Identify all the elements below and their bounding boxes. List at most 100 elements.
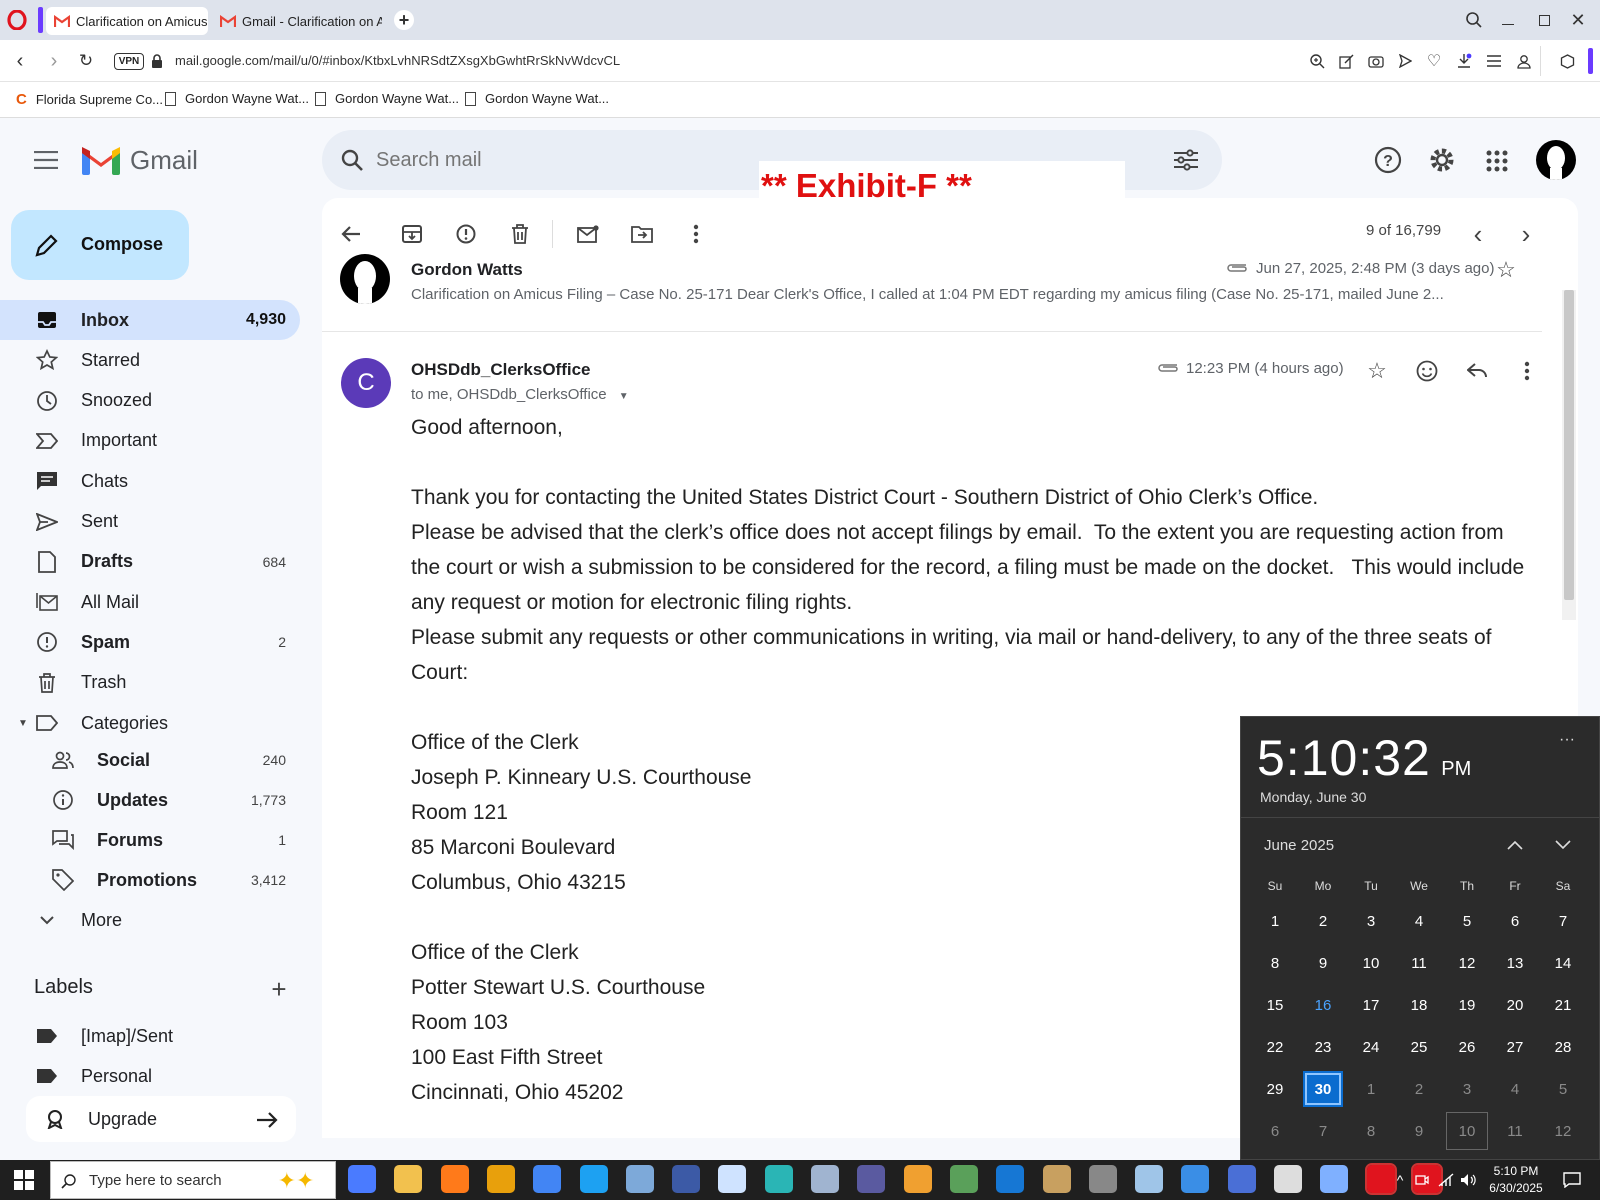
notifications-icon[interactable]	[1558, 1166, 1586, 1194]
calendar-day[interactable]: 6	[1255, 1113, 1295, 1149]
calendar-day[interactable]: 5	[1447, 903, 1487, 939]
jetbrains-icon[interactable]	[764, 1165, 793, 1193]
calendar-month[interactable]: June 2025	[1264, 837, 1334, 854]
report-spam-icon[interactable]	[450, 218, 482, 250]
compose-button[interactable]: Compose	[11, 210, 189, 280]
sidebar-item-important[interactable]: Important	[0, 425, 300, 457]
forward-icon[interactable]: ›	[42, 49, 66, 73]
notepad-icon[interactable]	[1320, 1165, 1349, 1193]
older-icon[interactable]: ›	[1510, 218, 1542, 250]
shield-icon[interactable]	[1274, 1165, 1302, 1193]
search-tabs-icon[interactable]	[1462, 8, 1486, 32]
tool-icon[interactable]	[811, 1165, 839, 1193]
calendar-day[interactable]: 5	[1543, 1071, 1583, 1107]
calendar-day[interactable]: 4	[1495, 1071, 1535, 1107]
coin-icon[interactable]	[903, 1165, 932, 1193]
taskbar-clock[interactable]: 5:10 PM 6/30/2025	[1484, 1163, 1548, 1197]
calendar-day[interactable]: 12	[1447, 945, 1487, 981]
extensions-icon[interactable]	[1556, 50, 1578, 72]
calendar-day[interactable]: 9	[1399, 1113, 1439, 1149]
gmail-logo-icon[interactable]	[80, 144, 122, 176]
bookmark-gordon-1[interactable]: Gordon Wayne Wat...	[165, 91, 309, 106]
sidebar-item-sent[interactable]: Sent	[0, 506, 300, 538]
sidebar-item-more[interactable]: More	[0, 904, 300, 936]
restore-window-button[interactable]	[1532, 8, 1556, 32]
calendar-day[interactable]: 24	[1351, 1029, 1391, 1065]
calendar-day[interactable]: 11	[1495, 1113, 1535, 1149]
previous-month-icon[interactable]	[1503, 833, 1527, 857]
bookmark-gordon-3[interactable]: Gordon Wayne Wat...	[465, 91, 609, 106]
newer-icon[interactable]: ‹	[1462, 218, 1494, 250]
back-to-inbox-icon[interactable]	[334, 218, 366, 250]
more-message-actions-icon[interactable]	[1512, 356, 1542, 386]
calendar-day[interactable]: 15	[1255, 987, 1295, 1023]
calendar-day[interactable]: 7	[1303, 1113, 1343, 1149]
sidebar-item-trash[interactable]: Trash	[0, 667, 300, 699]
star-icon[interactable]: ☆	[1492, 256, 1520, 284]
tab-clarification[interactable]: Clarification on Amicus Fil	[46, 7, 208, 35]
calendar-day[interactable]: 22	[1255, 1029, 1295, 1065]
url-text[interactable]: mail.google.com/mail/u/0/#inbox/KtbxLvhN…	[175, 53, 620, 68]
calendar-day[interactable]: 1	[1351, 1071, 1391, 1107]
calendar-day[interactable]: 10	[1446, 1112, 1488, 1150]
calendar-day[interactable]: 19	[1447, 987, 1487, 1023]
send-icon[interactable]	[1394, 50, 1416, 72]
calendar-day[interactable]: 11	[1399, 945, 1439, 981]
label-imap-sent[interactable]: [Imap]/Sent	[0, 1020, 300, 1052]
calendar-day[interactable]: 12	[1543, 1113, 1583, 1149]
archive-icon[interactable]	[396, 218, 428, 250]
collapsed-message[interactable]: Gordon Watts Jun 27, 2025, 2:48 PM (3 da…	[322, 250, 1542, 332]
upgrade-card[interactable]: Upgrade	[26, 1096, 296, 1142]
sidebar-item-all-mail[interactable]: All Mail	[0, 586, 300, 618]
copilot-icon[interactable]	[348, 1165, 376, 1193]
notes-icon[interactable]	[1135, 1165, 1164, 1193]
calendar-day[interactable]: 7	[1543, 903, 1583, 939]
calendar-day[interactable]: 13	[1495, 945, 1535, 981]
emoji-react-icon[interactable]	[1412, 356, 1442, 386]
minimize-window-button[interactable]	[1496, 8, 1520, 32]
bookmark-gordon-2[interactable]: Gordon Wayne Wat...	[315, 91, 459, 106]
search-input[interactable]	[376, 144, 736, 176]
taskbar-search[interactable]: Type here to search ✦✦	[50, 1161, 336, 1199]
tab-gmail[interactable]: Gmail - Clarification on Ar	[212, 7, 382, 35]
calendar-day[interactable]: 9	[1303, 945, 1343, 981]
calendar-day[interactable]: 3	[1447, 1071, 1487, 1107]
calendar-day[interactable]: 17	[1351, 987, 1391, 1023]
volume-icon[interactable]	[1458, 1168, 1478, 1192]
calendar-day[interactable]: 4	[1399, 903, 1439, 939]
code-icon[interactable]	[1227, 1165, 1256, 1193]
sidebar-item-starred[interactable]: Starred	[0, 344, 300, 376]
easy-setup-icon[interactable]	[1483, 50, 1505, 72]
download-icon[interactable]	[1453, 50, 1475, 72]
calendar-day[interactable]: 30	[1303, 1071, 1343, 1107]
calendar-day[interactable]: 3	[1351, 903, 1391, 939]
download-app-icon[interactable]	[718, 1165, 747, 1193]
calendar-day[interactable]: 23	[1303, 1029, 1343, 1065]
gmail-logo-text[interactable]: Gmail	[130, 145, 198, 176]
sidebar-item-drafts[interactable]: Drafts 684	[0, 546, 300, 578]
calendar-day[interactable]: 1	[1255, 903, 1295, 939]
calendar-day[interactable]: 20	[1495, 987, 1535, 1023]
account-avatar[interactable]	[1536, 140, 1576, 180]
star-icon[interactable]: ☆	[1362, 356, 1392, 386]
compass-icon[interactable]	[625, 1165, 654, 1193]
lock-icon[interactable]	[149, 52, 165, 70]
main-menu-icon[interactable]	[30, 146, 62, 174]
show-details-icon[interactable]: ▼	[619, 391, 629, 402]
next-month-icon[interactable]	[1551, 833, 1575, 857]
sidebar-item-snoozed[interactable]: Snoozed	[0, 385, 300, 417]
calendar-day[interactable]: 2	[1303, 903, 1343, 939]
search-icon[interactable]	[338, 146, 366, 174]
archive-app-icon[interactable]	[1042, 1165, 1071, 1193]
calendar-day[interactable]: 21	[1543, 987, 1583, 1023]
settings-gear-icon[interactable]	[1426, 144, 1458, 176]
category-social[interactable]: Social 240	[0, 744, 300, 776]
calendar-day[interactable]: 16	[1303, 987, 1343, 1023]
calendar-day[interactable]: 27	[1495, 1029, 1535, 1065]
opera-logo-icon[interactable]	[6, 9, 28, 31]
more-actions-icon[interactable]	[680, 218, 712, 250]
scrollbar-track[interactable]	[1562, 290, 1576, 620]
calendar-day[interactable]: 14	[1543, 945, 1583, 981]
clock-date[interactable]: Monday, June 30	[1260, 789, 1366, 805]
help-icon[interactable]: ?	[1372, 144, 1404, 176]
